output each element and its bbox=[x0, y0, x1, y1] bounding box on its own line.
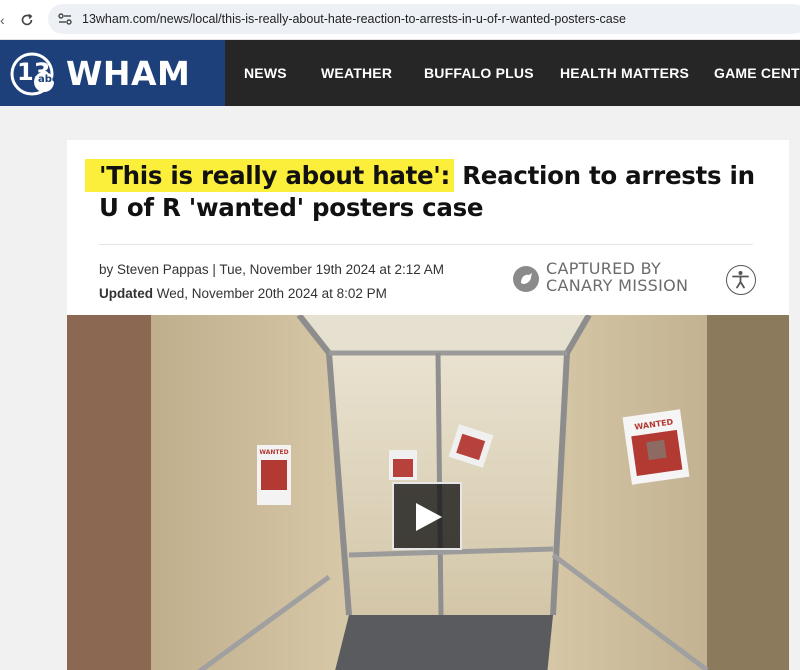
wanted-poster: WANTED bbox=[622, 409, 690, 485]
svg-text:WANTED: WANTED bbox=[259, 449, 288, 456]
updated-value: Wed, November 20th 2024 at 8:02 PM bbox=[153, 286, 387, 301]
captured-by-text: CAPTURED BY CANARY MISSION bbox=[546, 260, 688, 294]
captured-by-watermark: CAPTURED BY CANARY MISSION bbox=[513, 260, 703, 296]
captured-line-1: CAPTURED BY bbox=[546, 259, 662, 278]
nav-health-matters[interactable]: HEALTH MATTERS bbox=[560, 65, 689, 81]
nav-game-center[interactable]: GAME CENTER bbox=[714, 65, 800, 81]
logo-network: abc bbox=[38, 74, 58, 85]
video-player[interactable]: WANTED WANTED bbox=[67, 315, 789, 670]
reload-icon[interactable] bbox=[16, 9, 38, 31]
site-info-icon[interactable] bbox=[56, 11, 74, 27]
play-button[interactable] bbox=[392, 482, 462, 550]
wanted-poster bbox=[389, 450, 417, 480]
canary-bird-icon bbox=[513, 266, 539, 292]
accessibility-icon[interactable] bbox=[726, 265, 756, 295]
play-icon bbox=[416, 503, 442, 531]
captured-line-2: CANARY MISSION bbox=[546, 276, 689, 295]
browser-toolbar: ‹ 13wham.com/news/local/this-is-really-a… bbox=[0, 0, 800, 40]
divider bbox=[99, 244, 753, 245]
nav-weather[interactable]: WEATHER bbox=[321, 65, 392, 81]
logo-text: WHAM bbox=[66, 54, 191, 93]
back-arrow-icon[interactable]: ‹ bbox=[0, 14, 6, 26]
article-card: 'This is really about hate': Reaction to… bbox=[67, 140, 789, 670]
nav-buffalo-plus[interactable]: BUFFALO PLUS bbox=[424, 65, 534, 81]
site-header: 13 abc WHAM NEWS WEATHER BUFFALO PLUS HE… bbox=[0, 40, 800, 106]
nav-news[interactable]: NEWS bbox=[244, 65, 287, 81]
url-text[interactable]: 13wham.com/news/local/this-is-really-abo… bbox=[82, 12, 626, 26]
byline: by Steven Pappas | Tue, November 19th 20… bbox=[99, 262, 444, 277]
updated-label: Updated bbox=[99, 286, 153, 301]
address-bar[interactable]: 13wham.com/news/local/this-is-really-abo… bbox=[48, 4, 800, 34]
article-headline: 'This is really about hate': Reaction to… bbox=[85, 159, 759, 224]
updated-line: Updated Wed, November 20th 2024 at 8:02 … bbox=[99, 286, 387, 301]
headline-highlight: 'This is really about hate': bbox=[85, 159, 454, 192]
site-logo[interactable]: 13 abc WHAM bbox=[0, 40, 225, 106]
wanted-poster: WANTED bbox=[257, 445, 291, 505]
